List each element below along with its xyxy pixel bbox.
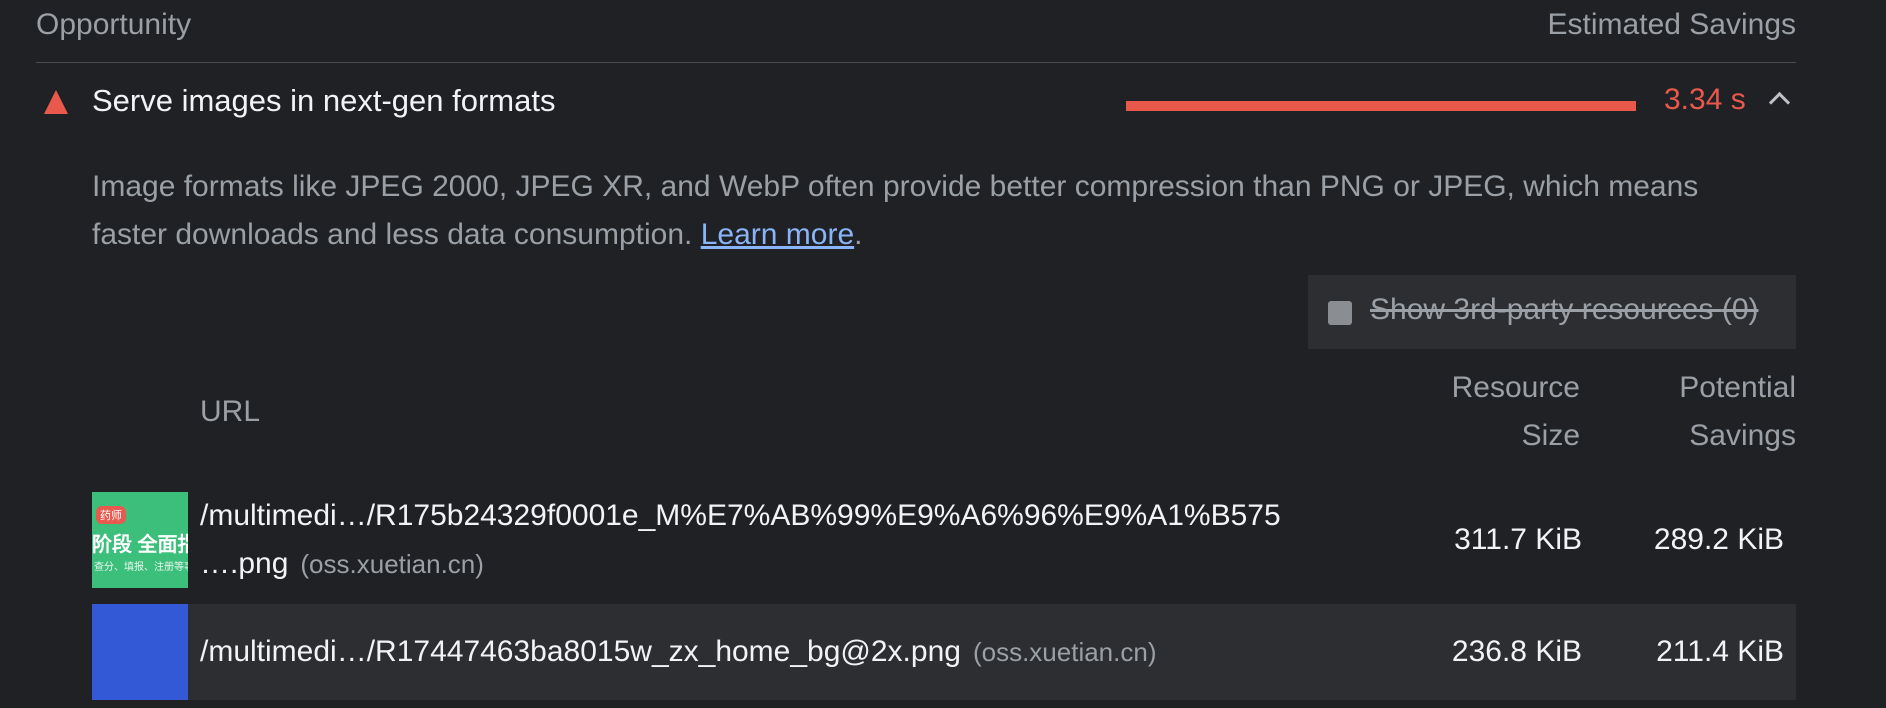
estimated-savings-header: Estimated Savings bbox=[1547, 8, 1796, 41]
resource-url[interactable]: /multimedi…/R17447463ba8015w_zx_home_bg@… bbox=[200, 628, 1156, 676]
potential-savings: 211.4 KiB bbox=[1656, 635, 1784, 668]
savings-bar bbox=[1126, 101, 1636, 111]
audit-row-next-gen-formats[interactable]: Serve images in next-gen formats 3.34 s bbox=[36, 62, 1796, 148]
table-row[interactable]: /multimedi…/R17447463ba8015w_zx_home_bg@… bbox=[92, 604, 1796, 700]
image-thumbnail bbox=[92, 604, 188, 700]
column-potential-savings-line2: Savings bbox=[1689, 419, 1796, 452]
description-text: Image formats like JPEG 2000, JPEG XR, a… bbox=[92, 170, 1699, 251]
audit-title: Serve images in next-gen formats bbox=[92, 83, 556, 118]
learn-more-link[interactable]: Learn more bbox=[701, 218, 854, 251]
resource-host: (oss.xuetian.cn) bbox=[972, 637, 1157, 667]
third-party-filter[interactable]: Show 3rd-party resources (0) bbox=[1308, 275, 1796, 349]
savings-value: 3.34 s bbox=[1664, 83, 1746, 116]
resource-size: 236.8 KiB bbox=[1451, 635, 1582, 668]
description-end: . bbox=[854, 218, 863, 251]
table-row[interactable]: 药师 阶段 全面指 查分、填报、注册等事项 /multimedi…/R175b2… bbox=[92, 492, 1796, 588]
column-resource-size: Resource Size bbox=[1452, 364, 1580, 460]
warning-triangle-icon bbox=[44, 90, 68, 114]
savings-bar-fill bbox=[1126, 101, 1636, 111]
thumbnail-title: 阶段 全面指 bbox=[92, 534, 188, 556]
image-thumbnail: 药师 阶段 全面指 查分、填报、注册等事项 bbox=[92, 492, 188, 588]
thumbnail-caption: 查分、填报、注册等事项 bbox=[94, 562, 188, 573]
opportunity-header: Opportunity bbox=[36, 8, 192, 41]
thumbnail-badge: 药师 bbox=[96, 506, 126, 524]
resource-host: (oss.xuetian.cn) bbox=[300, 549, 484, 579]
column-url: URL bbox=[200, 395, 261, 428]
potential-savings: 289.2 KiB bbox=[1653, 523, 1784, 556]
chevron-up-icon[interactable] bbox=[1768, 91, 1791, 114]
column-potential-savings: Potential Savings bbox=[1679, 364, 1796, 460]
third-party-count: (0) bbox=[1721, 293, 1759, 326]
resource-url-path[interactable]: /multimedi…/R17447463ba8015w_zx_home_bg@… bbox=[200, 635, 961, 668]
table-header: Opportunity Estimated Savings bbox=[36, 0, 1796, 63]
resource-size: 311.7 KiB bbox=[1454, 523, 1582, 556]
audit-description: Image formats like JPEG 2000, JPEG XR, a… bbox=[92, 163, 1752, 259]
column-potential-savings-line1: Potential bbox=[1679, 371, 1796, 404]
third-party-checkbox[interactable] bbox=[1328, 301, 1352, 325]
third-party-label[interactable]: Show 3rd-party resources (0) bbox=[1370, 293, 1759, 327]
column-resource-size-line2: Size bbox=[1521, 419, 1580, 452]
column-resource-size-line1: Resource bbox=[1451, 371, 1580, 404]
resource-url[interactable]: /multimedi…/R175b24329f0001e_M%E7%AB%99%… bbox=[200, 492, 1380, 588]
third-party-label-text: Show 3rd-party resources bbox=[1370, 293, 1714, 326]
